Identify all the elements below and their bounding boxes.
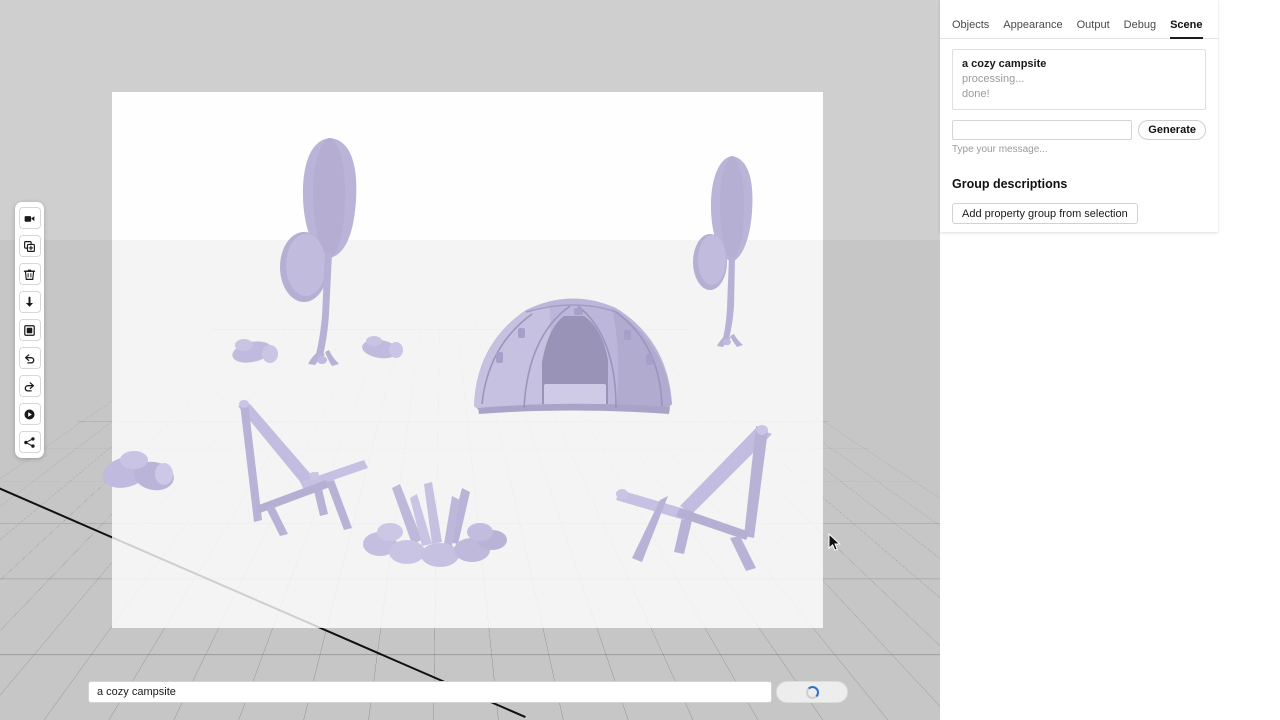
campfire[interactable] bbox=[352, 476, 522, 566]
chat-status-processing: processing... bbox=[962, 72, 1196, 87]
log-left[interactable] bbox=[100, 446, 176, 498]
tab-debug[interactable]: Debug bbox=[1124, 19, 1156, 39]
chat-log: a cozy campsite processing... done! bbox=[952, 49, 1206, 110]
application-root: Objects Appearance Output Debug Scene a … bbox=[0, 0, 1280, 720]
chat-message-input[interactable] bbox=[952, 120, 1132, 140]
log-center[interactable] bbox=[230, 336, 278, 366]
play-circle-icon-button[interactable] bbox=[19, 403, 41, 425]
undo-icon bbox=[23, 352, 36, 365]
chat-input-row[interactable]: Generate bbox=[952, 120, 1206, 140]
tab-objects[interactable]: Objects bbox=[952, 19, 989, 39]
add-property-group-button[interactable]: Add property group from selection bbox=[952, 203, 1138, 224]
trash-icon bbox=[23, 268, 36, 281]
scene-toolbar[interactable] bbox=[15, 202, 44, 458]
trash-icon-button[interactable] bbox=[19, 263, 41, 285]
scene-panel-card: Objects Appearance Output Debug Scene a … bbox=[940, 0, 1218, 232]
square-icon-button[interactable] bbox=[19, 319, 41, 341]
tree-right[interactable] bbox=[690, 150, 770, 348]
scene-sky bbox=[0, 0, 940, 240]
prompt-bar[interactable] bbox=[88, 681, 848, 703]
redo-icon-button[interactable] bbox=[19, 375, 41, 397]
tree-left[interactable] bbox=[270, 128, 380, 368]
tent[interactable] bbox=[466, 288, 684, 418]
chat-user-message: a cozy campsite bbox=[962, 57, 1196, 72]
video-camera-icon-button[interactable] bbox=[19, 207, 41, 229]
tab-scene[interactable]: Scene bbox=[1170, 19, 1202, 39]
panel-tab-bar[interactable]: Objects Appearance Output Debug Scene bbox=[940, 0, 1218, 39]
tab-output[interactable]: Output bbox=[1077, 19, 1110, 39]
loading-spinner-icon bbox=[806, 686, 819, 699]
duplicate-add-icon bbox=[23, 240, 36, 253]
prompt-generate-button[interactable] bbox=[776, 681, 848, 703]
chat-status-done: done! bbox=[962, 87, 1196, 102]
right-side-panel: Objects Appearance Output Debug Scene a … bbox=[940, 0, 1280, 720]
square-icon bbox=[23, 324, 36, 337]
download-arrow-icon-button[interactable] bbox=[19, 291, 41, 313]
tab-appearance[interactable]: Appearance bbox=[1003, 19, 1062, 39]
prompt-input[interactable] bbox=[88, 681, 772, 703]
undo-icon-button[interactable] bbox=[19, 347, 41, 369]
play-circle-icon bbox=[23, 408, 36, 421]
download-arrow-icon bbox=[23, 296, 36, 309]
deck-chair-left[interactable] bbox=[222, 386, 367, 536]
log-right[interactable] bbox=[360, 334, 404, 362]
share-icon bbox=[23, 436, 36, 449]
generate-button[interactable]: Generate bbox=[1138, 120, 1206, 140]
chat-input-hint: Type your message... bbox=[952, 144, 1206, 155]
3d-scene-viewport[interactable] bbox=[0, 0, 940, 720]
share-icon-button[interactable] bbox=[19, 431, 41, 453]
duplicate-add-icon-button[interactable] bbox=[19, 235, 41, 257]
redo-icon bbox=[23, 380, 36, 393]
group-descriptions-title: Group descriptions bbox=[952, 177, 1206, 191]
deck-chair-right[interactable] bbox=[604, 416, 784, 571]
video-camera-icon bbox=[23, 212, 36, 225]
